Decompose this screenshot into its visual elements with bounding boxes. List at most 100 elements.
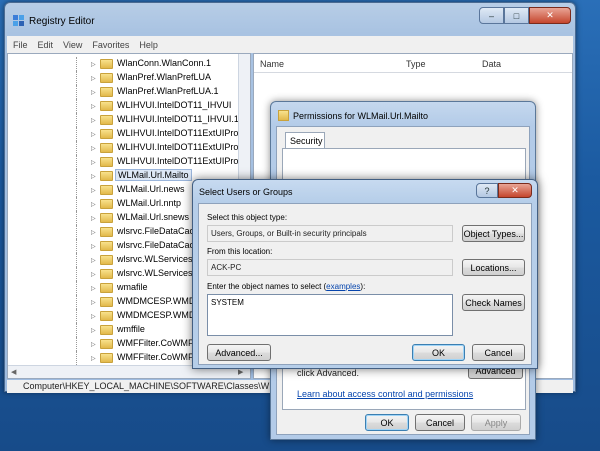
menu-bar: File Edit View Favorites Help xyxy=(7,36,573,53)
menu-file[interactable]: File xyxy=(13,40,28,50)
folder-icon xyxy=(100,143,113,153)
tree-item-label: wmafile xyxy=(117,282,148,292)
select-users-close-button[interactable]: ✕ xyxy=(498,183,532,198)
folder-icon xyxy=(100,297,113,307)
tree-item[interactable]: ▷ WlanConn.WlanConn.1 xyxy=(8,57,238,71)
location-label: From this location: xyxy=(207,247,273,256)
permissions-apply-button[interactable]: Apply xyxy=(471,414,521,431)
column-data[interactable]: Data xyxy=(482,59,501,69)
expand-arrow-icon[interactable]: ▷ xyxy=(91,89,96,96)
tab-security[interactable]: Security xyxy=(285,132,325,148)
expand-arrow-icon[interactable]: ▷ xyxy=(91,299,96,306)
expand-arrow-icon[interactable]: ▷ xyxy=(91,201,96,208)
location-field: ACK-PC xyxy=(207,259,453,276)
expand-arrow-icon[interactable]: ▷ xyxy=(91,285,96,292)
expand-arrow-icon[interactable]: ▷ xyxy=(91,257,96,264)
permissions-title: Permissions for WLMail.Url.Mailto xyxy=(293,111,429,121)
expand-arrow-icon[interactable]: ▷ xyxy=(91,145,96,152)
menu-help[interactable]: Help xyxy=(139,40,158,50)
scroll-left-icon[interactable]: ◀ xyxy=(11,368,16,376)
tree-guide-line xyxy=(76,267,77,281)
object-names-input[interactable]: SYSTEM xyxy=(207,294,453,336)
permissions-ok-button[interactable]: OK xyxy=(365,414,409,431)
folder-icon xyxy=(100,129,113,139)
expand-arrow-icon[interactable]: ▷ xyxy=(91,159,96,166)
menu-edit[interactable]: Edit xyxy=(38,40,54,50)
tree-item[interactable]: ▷ WlanPref.WlanPrefLUA xyxy=(8,71,238,85)
tree-guide-line xyxy=(76,141,77,155)
tree-item-label: WLMail.Url.news xyxy=(117,184,185,194)
examples-link[interactable]: examples xyxy=(326,282,360,291)
tree-guide-line xyxy=(76,99,77,113)
check-names-button[interactable]: Check Names xyxy=(462,294,525,311)
expand-arrow-icon[interactable]: ▷ xyxy=(91,271,96,278)
select-users-advanced-button[interactable]: Advanced... xyxy=(207,344,271,361)
tree-item-label: wlsrvc.FileDataCache xyxy=(117,240,205,250)
select-users-dialog: Select Users or Groups ? ✕ Select this o… xyxy=(192,179,538,369)
tree-guide-line xyxy=(76,57,77,71)
advanced-hint-text: click Advanced. xyxy=(297,368,360,378)
tree-item-label: wlsrvc.WLServices xyxy=(117,254,193,264)
tree-item-label: WlanPref.WlanPrefLUA xyxy=(117,72,212,82)
scroll-right-icon[interactable]: ▶ xyxy=(238,368,243,376)
tree-item[interactable]: ▷ WLIHVUI.IntelDOT11_IHVUI.1 xyxy=(8,113,239,127)
expand-arrow-icon[interactable]: ▷ xyxy=(91,341,96,348)
expand-arrow-icon[interactable]: ▷ xyxy=(91,215,96,222)
select-users-caption-buttons: ? ✕ xyxy=(476,183,532,200)
expand-arrow-icon[interactable]: ▷ xyxy=(91,61,96,68)
tree-item-label: WLIHVUI.IntelDOT11_IHVUI xyxy=(117,100,232,110)
menu-favorites[interactable]: Favorites xyxy=(92,40,129,50)
help-button[interactable]: ? xyxy=(476,183,498,198)
tree-item[interactable]: ▷ WLIHVUI.IntelDOT11ExtUIPrope xyxy=(8,127,248,141)
folder-icon xyxy=(100,339,113,349)
tree-guide-line xyxy=(76,323,77,337)
menu-view[interactable]: View xyxy=(63,40,82,50)
tree-item-label: WLIHVUI.IntelDOT11ExtUIPrope xyxy=(117,128,249,138)
tree-item-label: WMDMCESP.WMDM xyxy=(117,310,203,320)
select-users-ok-button[interactable]: OK xyxy=(412,344,465,361)
expand-arrow-icon[interactable]: ▷ xyxy=(91,117,96,124)
folder-icon xyxy=(100,325,113,335)
tree-guide-line xyxy=(76,85,77,99)
folder-icon xyxy=(100,283,113,293)
expand-arrow-icon[interactable]: ▷ xyxy=(91,355,96,362)
tree-item[interactable]: ▷ WlanPref.WlanPrefLUA.1 xyxy=(8,85,238,99)
tree-guide-line xyxy=(76,295,77,309)
object-types-button[interactable]: Object Types... xyxy=(462,225,525,242)
values-column-header: Name Type Data xyxy=(254,54,572,73)
object-names-label: Enter the object names to select (exampl… xyxy=(207,282,365,291)
column-type[interactable]: Type xyxy=(406,59,426,69)
tree-item-label: WLIHVUI.IntelDOT11ExtUIPrope xyxy=(117,156,249,166)
folder-icon xyxy=(278,110,289,121)
expand-arrow-icon[interactable]: ▷ xyxy=(91,173,96,180)
expand-arrow-icon[interactable]: ▷ xyxy=(91,229,96,236)
column-name[interactable]: Name xyxy=(260,59,284,69)
expand-arrow-icon[interactable]: ▷ xyxy=(91,243,96,250)
tree-guide-line xyxy=(76,239,77,253)
expand-arrow-icon[interactable]: ▷ xyxy=(91,103,96,110)
maximize-button[interactable]: □ xyxy=(504,7,529,24)
minimize-button[interactable]: – xyxy=(479,7,504,24)
tree-item-label: WMFFilter.CoWMFFil xyxy=(117,352,203,362)
folder-icon xyxy=(100,87,113,97)
tree-guide-line xyxy=(76,169,77,183)
select-users-cancel-button[interactable]: Cancel xyxy=(472,344,525,361)
close-button[interactable]: ✕ xyxy=(529,7,571,24)
expand-arrow-icon[interactable]: ▷ xyxy=(91,313,96,320)
tree-item[interactable]: ▷ WLIHVUI.IntelDOT11ExtUIPrope xyxy=(8,155,248,169)
object-names-label-text: Enter the object names to select ( xyxy=(207,282,327,291)
tree-item[interactable]: ▷ WLIHVUI.IntelDOT11_IHVUI xyxy=(8,99,238,113)
access-control-help-link[interactable]: Learn about access control and permissio… xyxy=(297,389,473,399)
expand-arrow-icon[interactable]: ▷ xyxy=(91,187,96,194)
folder-icon xyxy=(100,311,113,321)
permissions-cancel-button[interactable]: Cancel xyxy=(415,414,465,431)
tree-item[interactable]: ▷ WLIHVUI.IntelDOT11ExtUIPrope xyxy=(8,141,248,155)
folder-icon xyxy=(100,185,113,195)
folder-icon xyxy=(100,59,113,69)
locations-button[interactable]: Locations... xyxy=(462,259,525,276)
expand-arrow-icon[interactable]: ▷ xyxy=(91,75,96,82)
object-type-label: Select this object type: xyxy=(207,213,288,222)
expand-arrow-icon[interactable]: ▷ xyxy=(91,327,96,334)
expand-arrow-icon[interactable]: ▷ xyxy=(91,131,96,138)
object-names-label-end: ): xyxy=(360,282,366,291)
